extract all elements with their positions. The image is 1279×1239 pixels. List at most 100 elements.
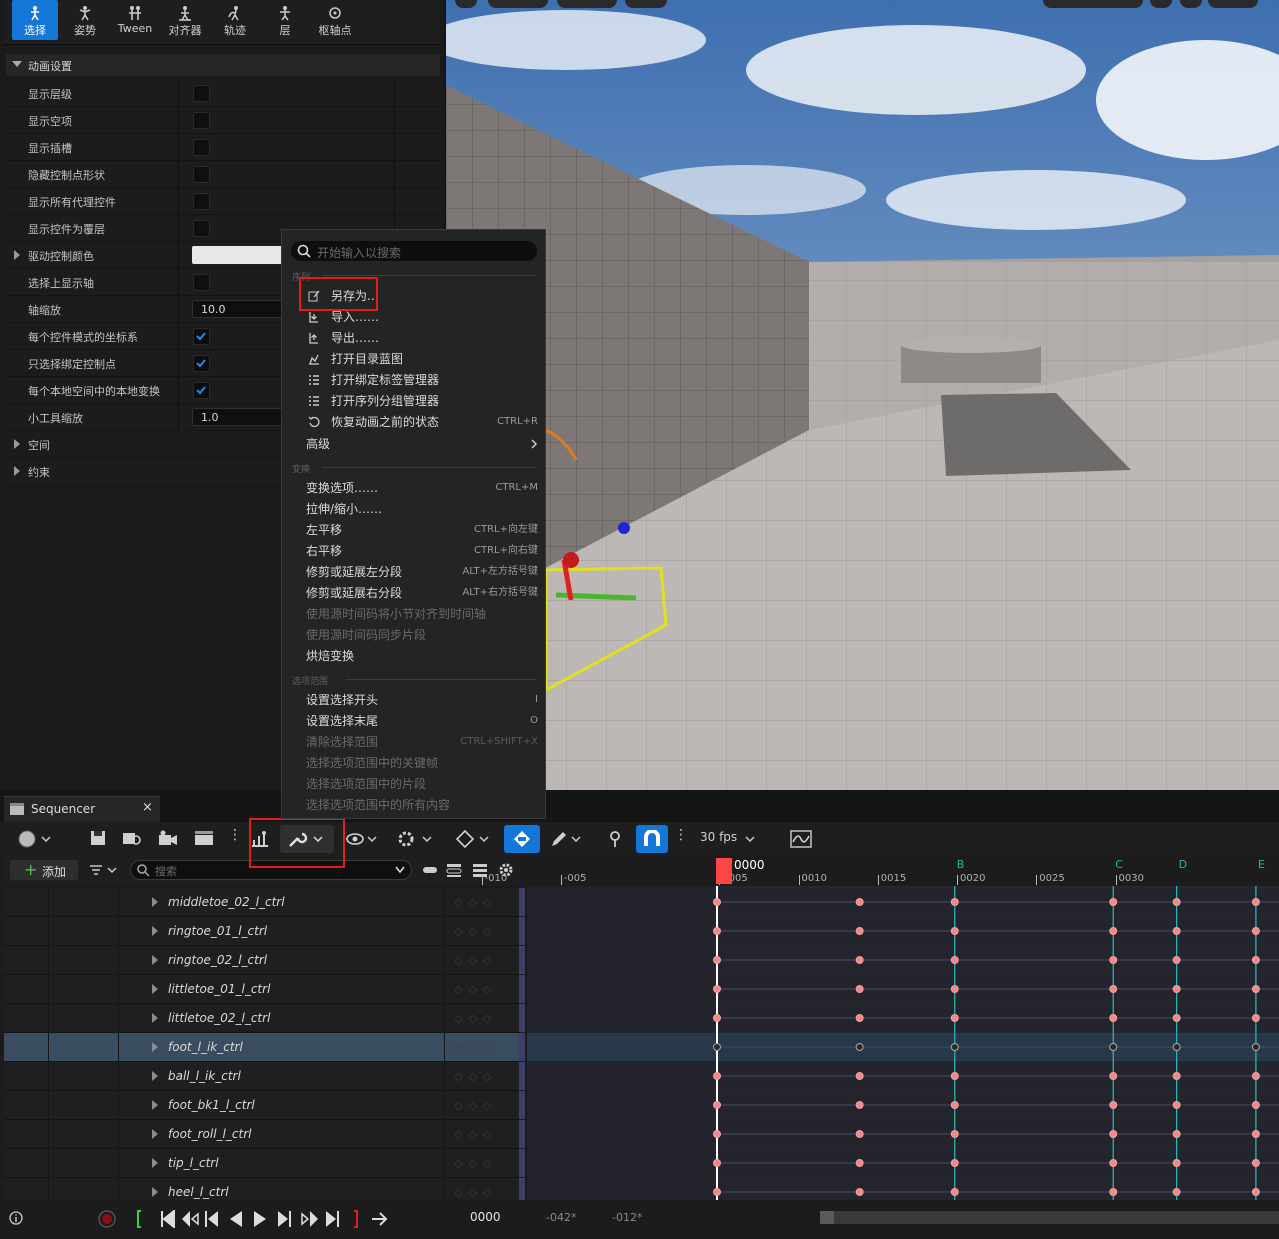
only-rig-controls-checkbox[interactable] (193, 355, 210, 372)
key-nav-icons[interactable]: ◇◇◇ (454, 925, 497, 938)
close-icon[interactable]: × (142, 800, 153, 815)
mode-layer[interactable]: 层 (262, 0, 308, 40)
coord-per-mode-checkbox[interactable] (193, 328, 210, 345)
timeline-scrollbar[interactable] (820, 1211, 1279, 1224)
track-row[interactable]: ringtoe_02_l_ctrl ◇◇◇ (4, 946, 525, 975)
viewport-perspective-button[interactable] (488, 0, 548, 8)
local-transform-checkbox[interactable] (193, 382, 210, 399)
track-row[interactable]: ball_l_ik_ctrl ◇◇◇ (4, 1062, 525, 1091)
menu-item-set-selection-start[interactable]: 设置选择开头 I (306, 690, 538, 710)
menu-item-bake-transform[interactable]: 烘焙变换 (306, 646, 538, 666)
chevron-right-icon[interactable] (152, 1013, 158, 1023)
key-nav-icons[interactable]: ◇◇◇ (454, 1128, 497, 1141)
playback-options-button[interactable] (397, 830, 435, 850)
playback-controls[interactable] (136, 1208, 396, 1231)
track-row[interactable]: foot_roll_l_ctrl ◇◇◇ (4, 1120, 525, 1149)
fps-dropdown[interactable] (744, 830, 756, 850)
mode-aligner[interactable]: 对齐器 (162, 0, 208, 40)
key-nav-icons[interactable]: ◇◇◇ (454, 1157, 497, 1170)
track-row[interactable]: middletoe_02_l_ctrl ◇◇◇ (4, 888, 525, 917)
compact-button[interactable] (446, 862, 462, 881)
menu-item-stretch-shrink[interactable]: 拉伸/缩小…… (306, 499, 538, 519)
more-options-icon[interactable]: ⋮ (228, 827, 242, 847)
chevron-right-icon[interactable] (152, 955, 158, 965)
chevron-right-icon[interactable] (152, 984, 158, 994)
record-button[interactable] (97, 1209, 117, 1232)
info-button[interactable] (9, 1211, 23, 1228)
render-movie-button[interactable] (194, 830, 214, 850)
playback-timecode[interactable]: 0000 (470, 1210, 501, 1224)
curve-editor-button[interactable] (790, 830, 812, 850)
mode-tween[interactable]: Tween (112, 0, 158, 40)
show-axes-on-select-checkbox[interactable] (193, 274, 210, 291)
menu-item-trim-left[interactable]: 修剪或延展左分段 ALT+左方括号键 (306, 562, 538, 582)
show-sockets-checkbox[interactable] (193, 139, 210, 156)
section-marker-label[interactable]: E (1258, 858, 1265, 871)
mode-pivot[interactable]: 枢轴点 (312, 0, 358, 40)
show-proxy-controls-checkbox[interactable] (193, 193, 210, 210)
collapse-button[interactable] (422, 862, 438, 881)
chevron-right-icon[interactable] (152, 1158, 158, 1168)
key-nav-icons[interactable]: ◇◇◇ (454, 954, 497, 967)
section-marker-label[interactable]: B (957, 858, 965, 871)
key-nav-icons[interactable]: ◇◇◇ (454, 1070, 497, 1083)
add-track-button[interactable]: + 添加 (10, 860, 78, 880)
viewport-lit-button[interactable] (557, 0, 617, 8)
mode-pose[interactable]: 姿势 (62, 0, 108, 40)
section-marker-label[interactable]: C (1115, 858, 1123, 871)
show-hierarchy-checkbox[interactable] (193, 85, 210, 102)
key-nav-icons[interactable]: ◇◇◇ (454, 896, 497, 909)
key-nav-icons[interactable]: ◇◇◇ (454, 983, 497, 996)
track-row[interactable]: tip_l_ctrl ◇◇◇ (4, 1149, 525, 1178)
chevron-right-icon[interactable] (152, 1071, 158, 1081)
chevron-right-icon[interactable] (152, 897, 158, 907)
menu-item-binding-tag-manager[interactable]: 打开绑定标签管理器 (306, 370, 538, 390)
edit-tool-button[interactable] (550, 830, 584, 850)
key-nav-icons[interactable]: ◇◇◇ (454, 1041, 497, 1054)
anim-settings-section[interactable]: 动画设置 (6, 54, 440, 76)
fps-value[interactable]: 30 fps (700, 830, 737, 844)
viewport-layout[interactable] (1208, 0, 1258, 8)
menu-item-group-manager[interactable]: 打开序列分组管理器 (306, 391, 538, 411)
camera-button[interactable] (158, 830, 178, 850)
sequencer-tab[interactable]: Sequencer × (4, 796, 160, 823)
menu-item-export[interactable]: 导出…… (306, 328, 538, 348)
chevron-right-icon[interactable] (152, 1129, 158, 1139)
world-dropdown[interactable] (18, 830, 52, 850)
track-row[interactable]: ringtoe_01_l_ctrl ◇◇◇ (4, 917, 525, 946)
menu-item-translate-left[interactable]: 左平移 CTRL+向左键 (306, 520, 538, 540)
show-nulls-checkbox[interactable] (193, 112, 210, 129)
menu-item-transform-options[interactable]: 变换选项…… CTRL+M (306, 478, 538, 498)
browse-button[interactable] (122, 830, 142, 850)
timeline-area[interactable] (527, 856, 1279, 1200)
snap-options-icon[interactable]: ⋮ (674, 827, 688, 847)
marker-button[interactable] (608, 830, 622, 850)
menu-item-advanced[interactable]: 高级 (306, 434, 538, 454)
menu-item-restore-state[interactable]: 恢复动画之前的状态 CTRL+R (306, 412, 538, 432)
chevron-right-icon[interactable] (152, 1042, 158, 1052)
section-marker-label[interactable]: D (1179, 858, 1187, 871)
view-range-end[interactable]: -012* (612, 1211, 642, 1224)
track-row[interactable]: littletoe_01_l_ctrl ◇◇◇ (4, 975, 525, 1004)
menu-item-translate-right[interactable]: 右平移 CTRL+向右键 (306, 541, 538, 561)
view-options-button[interactable] (346, 830, 380, 850)
snap-toggle[interactable] (636, 825, 668, 853)
menu-item-trim-right[interactable]: 修剪或延展右分段 ALT+右方括号键 (306, 583, 538, 603)
auto-key-toggle[interactable] (504, 825, 540, 853)
viewport-show-button[interactable] (625, 0, 667, 8)
hide-control-shapes-checkbox[interactable] (193, 166, 210, 183)
menu-item-set-selection-end[interactable]: 设置选择末尾 O (306, 711, 538, 731)
scrollbar-thumb[interactable] (820, 1211, 834, 1224)
view-range-start[interactable]: -042* (546, 1211, 576, 1224)
level-viewport[interactable] (446, 0, 1279, 790)
key-options-button[interactable] (456, 830, 492, 850)
save-button[interactable] (90, 830, 106, 850)
mode-trajectory[interactable]: 轨迹 (212, 0, 258, 40)
menu-item-open-director-blueprint[interactable]: 打开目录蓝图 (306, 349, 538, 369)
key-nav-icons[interactable]: ◇◇◇ (454, 1012, 497, 1025)
filter-button[interactable] (88, 862, 120, 881)
track-row[interactable]: foot_bk1_l_ctrl ◇◇◇ (4, 1091, 525, 1120)
playhead-handle[interactable] (716, 858, 732, 884)
track-row[interactable]: foot_l_ik_ctrl ◇◇◇ (4, 1033, 525, 1062)
show-controls-overlay-checkbox[interactable] (193, 220, 210, 237)
